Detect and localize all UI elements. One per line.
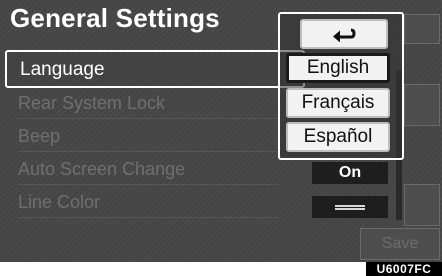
- row-divider: [18, 151, 278, 152]
- auto-screen-change-value: On: [312, 162, 388, 184]
- ghost-top-button: [404, 14, 440, 44]
- save-button: Save: [360, 228, 440, 260]
- row-divider: [18, 217, 278, 218]
- option-english[interactable]: English: [286, 53, 390, 83]
- line-color-swatch: [335, 204, 365, 210]
- image-code: U6007FC: [366, 262, 442, 276]
- ghost-scroll-up-button: [404, 84, 440, 126]
- rear-system-lock-label: Rear System Lock: [18, 93, 166, 113]
- option-espanol-label: Español: [303, 126, 373, 147]
- row-divider: [18, 184, 278, 185]
- return-arrow-icon: [333, 28, 356, 42]
- option-francais[interactable]: Français: [286, 88, 390, 118]
- ghost-scroll-down-button: [404, 184, 440, 226]
- settings-screen: General Settings Language Rear System Lo…: [0, 0, 442, 262]
- option-english-label: English: [306, 57, 370, 78]
- auto-screen-change-label: Auto Screen Change: [18, 159, 186, 179]
- beep-label: Beep: [18, 126, 61, 146]
- language-label: Language: [20, 59, 105, 80]
- row-divider: [18, 118, 278, 119]
- option-espanol[interactable]: Español: [286, 122, 390, 152]
- option-francais-label: Français: [301, 92, 375, 113]
- line-color-value: [312, 196, 388, 218]
- auto-screen-change-value-text: On: [338, 164, 362, 181]
- page-title: General Settings: [10, 3, 220, 33]
- line-color-label: Line Color: [18, 192, 101, 212]
- back-button[interactable]: [300, 19, 388, 49]
- save-button-label: Save: [381, 235, 419, 252]
